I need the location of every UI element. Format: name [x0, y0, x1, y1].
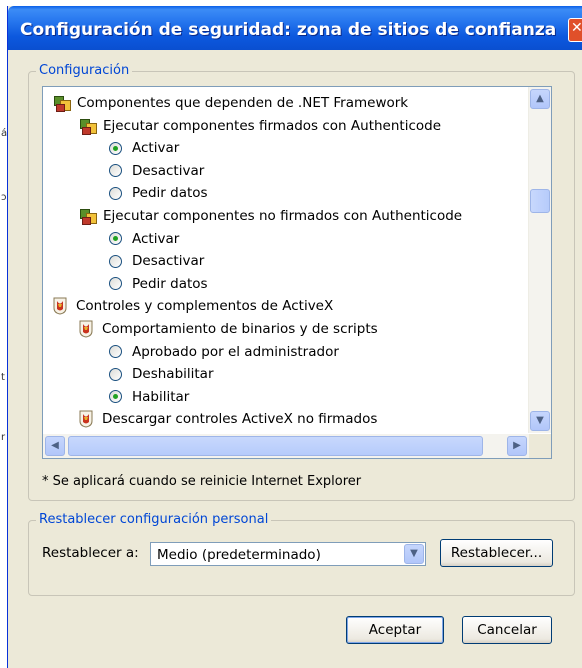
setting-label: Pedir datos — [132, 185, 208, 202]
dropdown-button[interactable]: ▼ — [404, 544, 424, 564]
setting-option[interactable]: Desactivar — [109, 161, 204, 181]
scroll-down-button[interactable]: ▼ — [530, 411, 550, 431]
setting-category: Ejecutar componentes no firmados con Aut… — [79, 206, 462, 226]
setting-option[interactable]: Activar — [109, 138, 179, 158]
horizontal-scroll-thumb[interactable] — [68, 436, 483, 456]
scroll-left-button[interactable]: ◀ — [45, 436, 65, 456]
restart-note: * Se aplicará cuando se reinicie Interne… — [42, 474, 362, 489]
close-icon: ✕ — [571, 20, 582, 36]
radio-selected[interactable] — [109, 232, 122, 246]
reset-button[interactable]: Restablecer... — [440, 539, 553, 567]
scroll-up-button[interactable]: ▲ — [530, 89, 550, 109]
setting-label: Aprobado por el administrador — [132, 343, 339, 360]
reset-group-legend: Restablecer configuración personal — [36, 512, 272, 527]
setting-option[interactable]: Desactivar — [109, 251, 204, 271]
setting-label: Pedir datos — [132, 275, 208, 292]
cancel-button[interactable]: Cancelar — [462, 616, 552, 644]
setting-option[interactable]: Pedir datos — [109, 274, 208, 294]
reset-level-select[interactable]: Medio (predeterminado) ▼ — [150, 542, 426, 566]
window-title: Configuración de seguridad: zona de siti… — [20, 20, 557, 40]
setting-label: Controles y complementos de ActiveX — [76, 298, 334, 315]
radio-unselected[interactable] — [109, 367, 122, 381]
radio-unselected[interactable] — [109, 254, 122, 268]
title-bar[interactable]: Configuración de seguridad: zona de siti… — [8, 6, 582, 50]
setting-label: Ejecutar componentes firmados con Authen… — [103, 117, 442, 134]
setting-label: Desactivar — [132, 253, 205, 270]
background-text-fragment: t — [1, 372, 5, 383]
radio-selected[interactable] — [109, 141, 122, 155]
background-text-fragment: r — [1, 432, 6, 443]
close-button[interactable]: ✕ — [568, 18, 582, 42]
chevron-down-icon: ▼ — [410, 548, 418, 559]
scrollbar-corner — [529, 434, 551, 458]
setting-label: Descargar controles ActiveX no firmados — [102, 411, 378, 428]
setting-label: Habilitar — [132, 388, 190, 405]
radio-selected[interactable] — [109, 390, 122, 404]
setting-option[interactable]: Deshabilitar — [109, 432, 214, 433]
settings-group-legend: Configuración — [36, 63, 133, 78]
settings-listbox[interactable]: Componentes que dependen de .NET Framewo… — [42, 86, 552, 459]
chevron-down-icon: ▼ — [536, 415, 544, 426]
reset-level-value: Medio (predeterminado) — [157, 547, 321, 563]
radio-unselected[interactable] — [109, 186, 122, 200]
setting-label: Deshabilitar — [132, 366, 214, 383]
net-components-icon — [79, 207, 97, 225]
reset-to-label: Restablecer a: — [42, 545, 139, 561]
setting-category: Comportamiento de binarios y de scripts — [79, 319, 378, 339]
settings-tree: Componentes que dependen de .NET Framewo… — [43, 87, 529, 433]
background-text-fragment: ɔ — [1, 192, 7, 203]
setting-label: Componentes que dependen de .NET Framewo… — [77, 95, 409, 111]
setting-label: Ejecutar componentes no firmados con Aut… — [103, 208, 463, 224]
setting-option[interactable]: Deshabilitar — [109, 364, 214, 384]
setting-option[interactable]: Pedir datos — [109, 183, 208, 203]
radio-unselected[interactable] — [109, 164, 122, 178]
activex-shield-icon — [79, 320, 94, 338]
scroll-right-button[interactable]: ▶ — [507, 436, 527, 456]
setting-label: Desactivar — [132, 162, 205, 179]
setting-label: Activar — [132, 140, 180, 157]
setting-option[interactable]: Activar — [109, 229, 179, 249]
radio-unselected[interactable] — [109, 345, 122, 359]
activex-shield-icon — [53, 297, 68, 315]
setting-category: Controles y complementos de ActiveX — [53, 296, 333, 316]
setting-label: Comportamiento de binarios y de scripts — [102, 321, 378, 337]
horizontal-scrollbar[interactable]: ◀ ▶ — [43, 434, 529, 458]
setting-option[interactable]: Aprobado por el administrador — [109, 342, 339, 362]
ok-button[interactable]: Aceptar — [346, 616, 444, 644]
net-components-icon — [53, 94, 71, 112]
setting-label: Activar — [132, 230, 180, 247]
setting-category: Descargar controles ActiveX no firmados — [79, 409, 377, 429]
net-components-icon — [79, 117, 97, 135]
activex-shield-icon — [79, 410, 94, 428]
chevron-left-icon: ◀ — [51, 440, 59, 451]
vertical-scroll-thumb[interactable] — [530, 189, 550, 213]
setting-category: Ejecutar componentes firmados con Authen… — [79, 116, 441, 136]
chevron-right-icon: ▶ — [513, 440, 521, 451]
radio-unselected[interactable] — [109, 277, 122, 291]
chevron-up-icon: ▲ — [536, 93, 544, 104]
setting-category: Componentes que dependen de .NET Framewo… — [53, 93, 408, 113]
vertical-scrollbar[interactable]: ▲ ▼ — [528, 87, 551, 433]
setting-option[interactable]: Habilitar — [109, 387, 189, 407]
